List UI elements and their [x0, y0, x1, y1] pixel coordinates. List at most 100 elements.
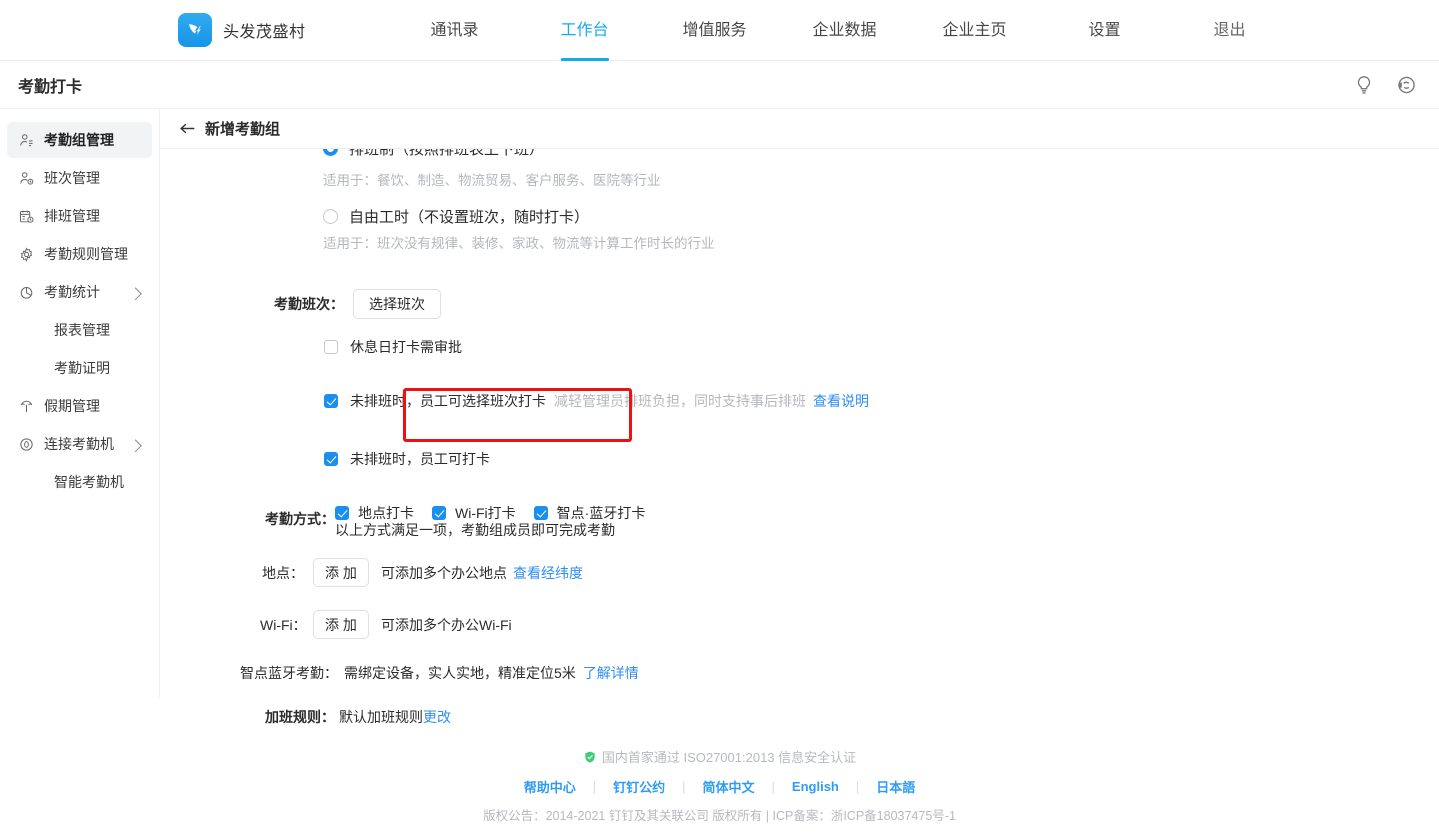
- app-root: 头发茂盛村 通讯录 工作台 增值服务 企业数据 企业主页 设置 退出 考勤打卡: [0, 0, 1439, 834]
- rest-day-checkbox-label: 休息日打卡需审批: [350, 337, 462, 357]
- nav-link-contacts[interactable]: 通讯录: [390, 0, 520, 61]
- footer-certification: 国内首家通过 ISO27001:2013 信息安全认证: [0, 747, 1439, 766]
- wifi-hint: 可添加多个办公Wi-Fi: [381, 615, 512, 635]
- sidebar-item-attendance-group[interactable]: 考勤组管理: [7, 122, 152, 158]
- sidebar-label: 考勤统计: [44, 282, 100, 302]
- bluetooth-row: 智点蓝牙考勤： 需绑定设备，实人实地，精准定位5米 了解详情: [228, 663, 1439, 683]
- unscheduled-choose-row[interactable]: 未排班时，员工可选择班次打卡 减轻管理员排班负担，同时支持事后排班 查看说明: [324, 391, 1439, 411]
- subheader: 新增考勤组: [160, 109, 1439, 149]
- footer-link-help[interactable]: 帮助中心: [507, 777, 593, 796]
- sidebar-subitem-smart-device[interactable]: 智能考勤机: [7, 464, 152, 500]
- radio-scheduled-desc: 适用于：餐饮、制造、物流贸易、客户服务、医院等行业: [323, 169, 1439, 189]
- add-wifi-button[interactable]: 添 加: [313, 610, 369, 639]
- pie-chart-icon: [18, 284, 35, 301]
- unscheduled-choose-checkbox[interactable]: [324, 394, 338, 408]
- lightbulb-icon[interactable]: [1353, 74, 1375, 96]
- bluetooth-label: 智点蓝牙考勤：: [228, 663, 338, 683]
- sidebar-item-statistics[interactable]: 考勤统计: [7, 274, 152, 310]
- page-header: 考勤打卡: [0, 61, 1439, 109]
- unscheduled-choose-hint: 减轻管理员排班负担，同时支持事后排班: [554, 391, 806, 411]
- headset-support-icon[interactable]: [1395, 74, 1417, 96]
- sidebar-item-holiday[interactable]: 假期管理: [7, 388, 152, 424]
- radio-scheduled[interactable]: [323, 149, 338, 156]
- sidebar-label: 考勤组管理: [44, 130, 114, 150]
- sidebar-label: 排班管理: [44, 206, 100, 226]
- brand[interactable]: 头发茂盛村: [178, 13, 306, 47]
- dingtalk-logo-icon: [178, 13, 212, 47]
- footer-link-convention[interactable]: 钉钉公约: [596, 777, 682, 796]
- nav-link-enterprise-data[interactable]: 企业数据: [780, 0, 910, 61]
- rest-day-checkbox[interactable]: [324, 340, 338, 354]
- view-coordinates-link[interactable]: 查看经纬度: [513, 563, 583, 583]
- page-title: 考勤打卡: [18, 73, 82, 97]
- radio-scheduled-label: 排班制（按照排班表上下班）: [349, 149, 544, 159]
- bluetooth-text: 需绑定设备，实人实地，精准定位5米: [344, 663, 576, 683]
- location-row: 地点： 添 加 可添加多个办公地点 查看经纬度: [260, 558, 1439, 587]
- chevron-up-icon[interactable]: [129, 287, 142, 300]
- unscheduled-punch-label: 未排班时，员工可打卡: [350, 449, 490, 469]
- sidebar-subitem-reports[interactable]: 报表管理: [7, 312, 152, 348]
- footer-link-english[interactable]: English: [775, 779, 856, 794]
- radio-option-scheduled[interactable]: 排班制（按照排班表上下班）: [323, 149, 1439, 167]
- footer-link-simplified-chinese[interactable]: 简体中文: [686, 777, 772, 796]
- method-bluetooth-checkbox[interactable]: [534, 506, 548, 520]
- shield-check-icon: [583, 750, 597, 764]
- method-row: 考勤方式： 地点打卡 Wi-Fi打卡 智点·蓝牙打卡 以上方式满足一项，考勤组成…: [260, 503, 1439, 540]
- location-hint: 可添加多个办公地点: [381, 563, 507, 583]
- sidebar: 考勤组管理 班次管理 排班管理: [0, 109, 160, 697]
- radio-option-free[interactable]: 自由工时（不设置班次，随时打卡）: [323, 206, 1439, 227]
- sidebar-label: 班次管理: [44, 168, 100, 188]
- nav-links: 通讯录 工作台 增值服务 企业数据 企业主页 设置 退出: [390, 0, 1290, 61]
- overtime-label: 加班规则：: [260, 707, 335, 727]
- nav-link-settings[interactable]: 设置: [1040, 0, 1170, 61]
- footer-links: 帮助中心 | 钉钉公约 | 简体中文 | English | 日本語: [0, 777, 1439, 796]
- main-content: 新增考勤组 排班制（按照排班表上下班） 适用于：餐饮、制造、物流贸易、客户服务、…: [160, 109, 1439, 834]
- gear-icon: [18, 246, 35, 263]
- back-arrow-icon[interactable]: [179, 121, 196, 136]
- view-instructions-link[interactable]: 查看说明: [813, 391, 869, 411]
- top-navigation-bar: 头发茂盛村 通讯录 工作台 增值服务 企业数据 企业主页 设置 退出: [0, 0, 1439, 61]
- select-shift-button[interactable]: 选择班次: [353, 289, 441, 319]
- schedule-icon: [18, 208, 35, 225]
- footer-copyright: 版权公告：2014-2021 钉钉及其关联公司 版权所有 | ICP备案：浙IC…: [0, 805, 1439, 824]
- shift-icon: [18, 170, 35, 187]
- page-header-icons: [1353, 61, 1417, 108]
- method-location-checkbox[interactable]: [335, 506, 349, 520]
- subheader-title: 新增考勤组: [205, 118, 280, 139]
- unscheduled-punch-row[interactable]: 未排班时，员工可打卡: [324, 449, 1439, 469]
- radio-free-desc: 适用于：班次没有规律、装修、家政、物流等计算工作时长的行业: [323, 232, 1439, 252]
- change-overtime-link[interactable]: 更改: [423, 707, 451, 727]
- shift-field-label: 考勤班次：: [260, 294, 344, 314]
- sidebar-item-rules[interactable]: 考勤规则管理: [7, 236, 152, 272]
- form-area: 排班制（按照排班表上下班） 适用于：餐饮、制造、物流贸易、客户服务、医院等行业 …: [160, 149, 1439, 727]
- holiday-icon: [18, 398, 35, 415]
- learn-more-link[interactable]: 了解详情: [583, 663, 639, 683]
- shift-field-row: 考勤班次： 选择班次: [260, 289, 1439, 319]
- chevron-up-icon[interactable]: [129, 439, 142, 452]
- overtime-row: 加班规则： 默认加班规则 更改: [260, 707, 1439, 727]
- sidebar-label: 连接考勤机: [44, 434, 114, 454]
- rest-day-checkbox-row[interactable]: 休息日打卡需审批: [324, 337, 1439, 357]
- brand-name: 头发茂盛村: [223, 18, 306, 42]
- add-location-button[interactable]: 添 加: [313, 558, 369, 587]
- footer-link-japanese[interactable]: 日本語: [859, 777, 932, 796]
- sidebar-subitem-certificate[interactable]: 考勤证明: [7, 350, 152, 386]
- method-wifi-checkbox[interactable]: [432, 506, 446, 520]
- nav-link-logout[interactable]: 退出: [1170, 0, 1290, 61]
- sidebar-label: 假期管理: [44, 396, 100, 416]
- overtime-text: 默认加班规则: [339, 707, 423, 727]
- nav-link-workbench[interactable]: 工作台: [520, 0, 650, 61]
- sidebar-label: 考勤规则管理: [44, 244, 128, 264]
- method-label: 考勤方式：: [260, 503, 335, 535]
- body-wrap: 考勤组管理 班次管理 排班管理: [0, 109, 1439, 834]
- sidebar-item-shift[interactable]: 班次管理: [7, 160, 152, 196]
- attendance-group-icon: [18, 132, 35, 149]
- method-desc: 以上方式满足一项，考勤组成员即可完成考勤: [335, 520, 645, 540]
- nav-link-value-added[interactable]: 增值服务: [650, 0, 780, 61]
- nav-link-enterprise-home[interactable]: 企业主页: [910, 0, 1040, 61]
- sidebar-item-schedule[interactable]: 排班管理: [7, 198, 152, 234]
- footer: 国内首家通过 ISO27001:2013 信息安全认证 帮助中心 | 钉钉公约 …: [0, 747, 1439, 834]
- unscheduled-punch-checkbox[interactable]: [324, 452, 338, 466]
- sidebar-item-device[interactable]: 连接考勤机: [7, 426, 152, 462]
- radio-free[interactable]: [323, 209, 338, 224]
